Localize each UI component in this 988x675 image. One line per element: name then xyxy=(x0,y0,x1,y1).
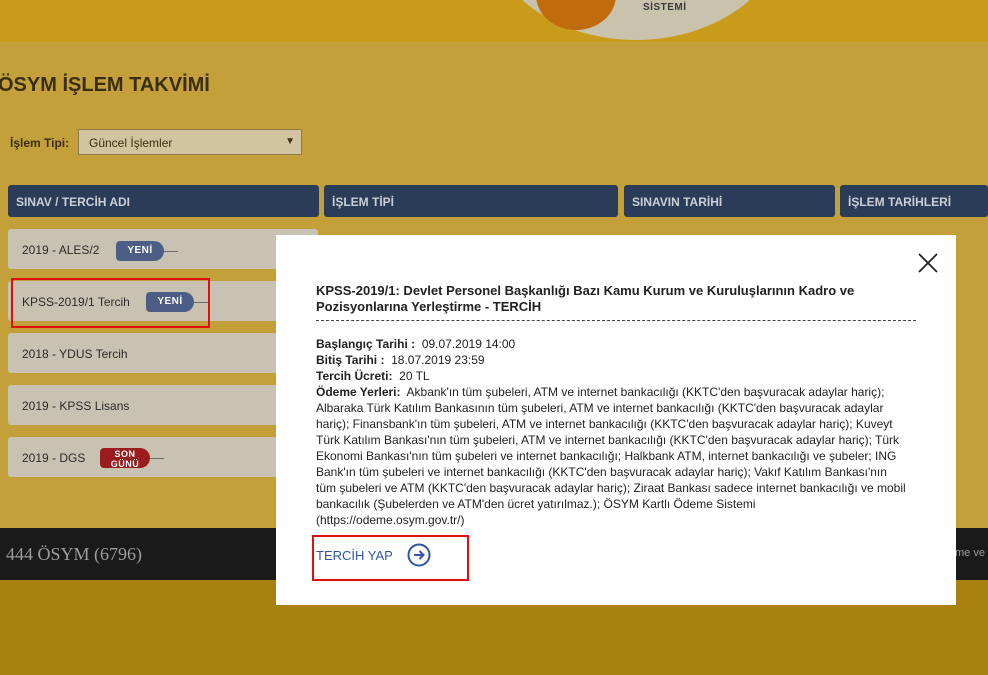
highlight-box-cta xyxy=(312,535,469,581)
start-date-label: Başlangıç Tarihi : xyxy=(316,337,416,351)
chevron-down-icon: ▼ xyxy=(285,136,295,147)
top-header-band xyxy=(0,0,988,42)
row-exam-name: 2019 - KPSS Lisans xyxy=(22,399,130,413)
end-date-label: Bitiş Tarihi : xyxy=(316,353,385,367)
filter-label: İşlem Tipi: xyxy=(10,136,70,150)
fee-label: Tercih Ücreti: xyxy=(316,369,393,383)
last-day-badge: SON GÜNÜ xyxy=(100,448,150,469)
column-header-process-dates[interactable]: İŞLEM TARİHLERİ xyxy=(840,185,988,217)
detail-modal: KPSS-2019/1: Devlet Personel Başkanlığı … xyxy=(276,235,956,605)
end-date-value: 18.07.2019 23:59 xyxy=(391,353,485,367)
row-exam-name: 2019 - ALES/2 xyxy=(22,243,100,257)
modal-divider xyxy=(316,320,916,321)
modal-title: KPSS-2019/1: Devlet Personel Başkanlığı … xyxy=(316,283,855,314)
payment-value: Akbank'ın tüm şubeleri, ATM ve internet … xyxy=(316,385,906,527)
close-icon[interactable] xyxy=(916,251,940,275)
highlight-box-kpss-row xyxy=(11,278,210,328)
column-header-exam-date[interactable]: SINAVIN TARİHİ xyxy=(624,185,835,217)
column-header-exam-name[interactable]: SINAV / TERCİH ADI xyxy=(8,185,319,217)
filter-selected-value: Güncel İşlemler xyxy=(89,136,173,150)
footer-phone: 444 ÖSYM (6796) xyxy=(6,544,143,564)
column-header-process-type[interactable]: İŞLEM TİPİ xyxy=(324,185,618,217)
islem-tipi-select[interactable]: Güncel İşlemler ▼ xyxy=(78,129,302,155)
table-row[interactable]: 2019 - KPSS Lisans xyxy=(8,385,318,425)
start-date-value: 09.07.2019 14:00 xyxy=(421,337,516,351)
row-exam-name: 2019 - DGS xyxy=(22,451,86,465)
last-day-badge-line1: SON xyxy=(114,449,136,459)
new-badge: YENİ xyxy=(116,241,164,261)
logo-text: SİSTEMİ xyxy=(643,2,687,13)
fee-value: 20 TL xyxy=(399,369,430,383)
last-day-badge-line2: GÜNÜ xyxy=(110,459,140,469)
page-title: ÖSYM İŞLEM TAKVİMİ xyxy=(0,74,210,96)
payment-label: Ödeme Yerleri: xyxy=(316,385,401,399)
table-row[interactable]: 2018 - YDUS Tercih xyxy=(8,333,318,373)
modal-details: Başlangıç Tarihi : 09.07.2019 14:00 Biti… xyxy=(316,336,906,528)
footer-link-text[interactable]: me ve Y xyxy=(955,547,988,559)
row-exam-name: 2018 - YDUS Tercih xyxy=(22,347,128,361)
badge-string xyxy=(164,251,178,252)
table-row[interactable]: 2019 - DGS xyxy=(8,437,318,477)
badge-string xyxy=(150,458,164,459)
